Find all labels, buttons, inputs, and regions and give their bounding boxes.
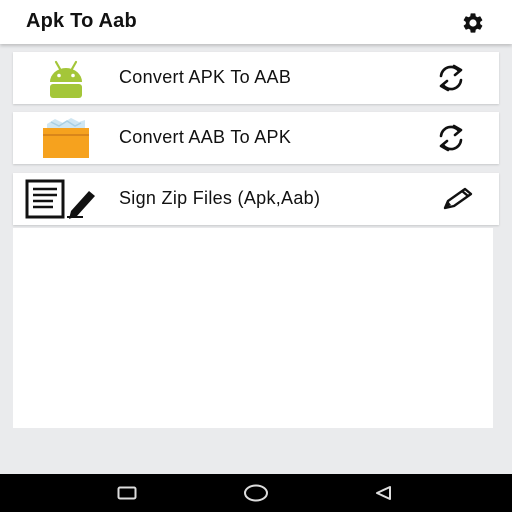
sync-icon[interactable]	[431, 60, 471, 96]
system-nav-bar	[0, 474, 512, 512]
box-icon	[35, 116, 97, 160]
pencil-icon[interactable]	[437, 181, 477, 217]
home-button[interactable]	[236, 480, 276, 506]
document-sign-icon	[23, 177, 101, 221]
empty-content-panel	[13, 228, 493, 428]
gear-icon	[463, 13, 483, 33]
card-label: Sign Zip Files (Apk,Aab)	[119, 188, 321, 208]
settings-button[interactable]	[456, 9, 490, 37]
convert-aab-to-apk-button[interactable]: Convert AAB To APK	[13, 112, 499, 164]
page-title: Apk To Aab	[26, 10, 137, 32]
recents-icon	[117, 486, 137, 500]
sync-icon[interactable]	[431, 120, 471, 156]
card-label: Convert AAB To APK	[119, 127, 292, 147]
recents-button[interactable]	[107, 480, 147, 506]
back-icon	[376, 486, 391, 500]
android-icon	[35, 56, 97, 100]
back-button[interactable]	[364, 480, 404, 506]
app-bar: Apk To Aab	[0, 0, 512, 44]
card-label: Convert APK To AAB	[119, 67, 292, 87]
convert-apk-to-aab-button[interactable]: Convert APK To AAB	[13, 52, 499, 104]
home-icon	[244, 484, 268, 502]
sign-zip-files-button[interactable]: Sign Zip Files (Apk,Aab)	[13, 173, 499, 225]
